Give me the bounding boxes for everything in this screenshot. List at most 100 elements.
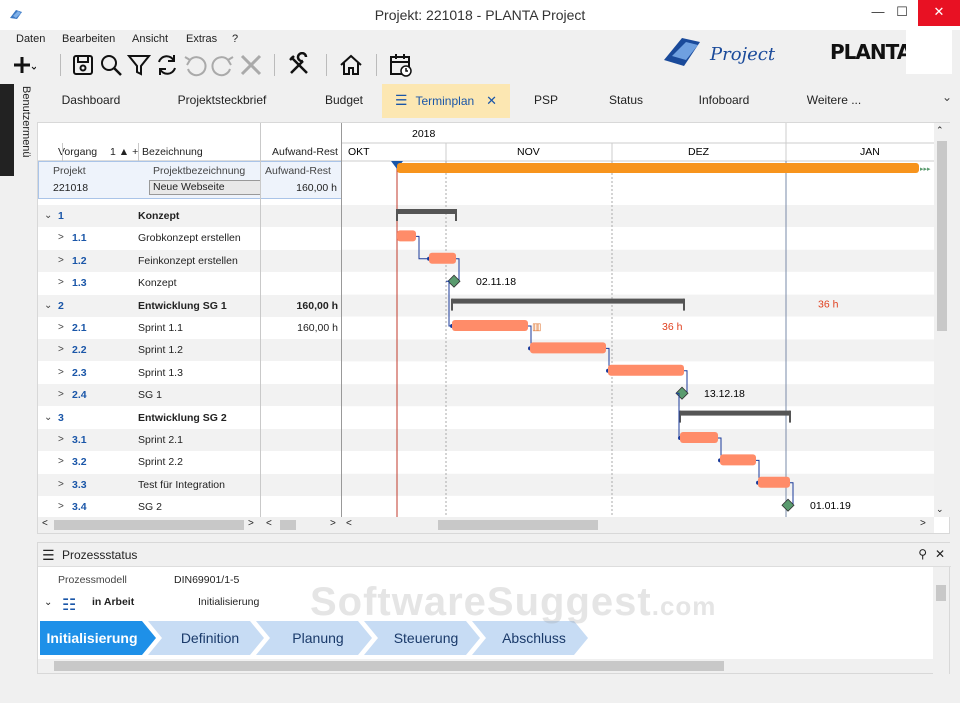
expand-icon[interactable]: > — [58, 501, 64, 512]
scroll-right-icon[interactable]: > — [920, 518, 926, 529]
process-step-label[interactable]: Planung — [292, 630, 343, 646]
process-step-label[interactable]: Steuerung — [394, 630, 459, 646]
expand-icon[interactable]: ⌄ — [44, 210, 52, 221]
undo-icon — [184, 56, 207, 77]
menu-help[interactable]: ? — [232, 33, 238, 45]
expand-icon[interactable]: > — [58, 479, 64, 490]
calendar-button[interactable] — [388, 52, 414, 78]
task-bar — [680, 432, 718, 443]
save-button[interactable] — [70, 52, 96, 78]
menu-extras[interactable]: Extras — [186, 33, 217, 45]
gantt-horizontal-scrollbars[interactable]: < > < > < > — [38, 517, 934, 533]
effort-histogram-icon: ▥ — [532, 322, 541, 333]
project-aufwand-label: Aufwand-Rest — [265, 165, 331, 177]
filter-button[interactable] — [126, 52, 152, 78]
scroll-left-icon[interactable]: < — [346, 518, 352, 529]
expand-icon[interactable]: ⌄ — [44, 300, 52, 311]
delete-button[interactable] — [238, 52, 264, 78]
sidebar-label[interactable]: Benutzermenü — [14, 86, 32, 176]
task-number: 1.3 — [72, 277, 87, 290]
table-row[interactable]: >3.3 Test für Integration — [38, 473, 342, 496]
expand-icon[interactable]: > — [58, 344, 64, 355]
table-row[interactable]: >1.2 Feinkonzept erstellen — [38, 249, 342, 272]
search-button[interactable] — [98, 52, 124, 78]
table-row[interactable]: ⌄ 3 Entwicklung SG 2 — [38, 407, 342, 429]
tab-dashboard[interactable]: Dashboard — [46, 84, 136, 118]
process-step-label[interactable]: Abschluss — [502, 630, 566, 646]
undo-button[interactable] — [182, 52, 208, 78]
table-row[interactable]: >3.4 SG 2 — [38, 496, 342, 517]
process-step-label[interactable]: Definition — [181, 630, 239, 646]
col-bezeichnung[interactable]: Bezeichnung — [142, 146, 203, 158]
menu-ansicht[interactable]: Ansicht — [132, 33, 168, 45]
col-sort[interactable]: 1 ▲ + — [110, 146, 138, 158]
scroll-down-icon[interactable]: ⌄ — [936, 504, 944, 515]
prozess-horizontal-scrollbar[interactable] — [38, 659, 935, 673]
scroll-right-icon[interactable]: > — [330, 518, 336, 529]
scroll-right-icon[interactable]: > — [248, 518, 254, 529]
expand-icon[interactable]: > — [58, 255, 64, 266]
close-tab-icon[interactable]: ✕ — [486, 85, 497, 117]
add-button[interactable] — [10, 52, 37, 78]
chevron-down-icon[interactable]: ⌄ — [942, 90, 952, 104]
tab-psp[interactable]: PSP — [524, 84, 568, 118]
scroll-thumb[interactable] — [936, 585, 946, 601]
project-name-field[interactable]: Neue Webseite — [149, 180, 261, 195]
hamburger-icon[interactable]: ☰ — [42, 547, 55, 564]
tab-status[interactable]: Status — [598, 84, 654, 118]
expand-icon[interactable]: > — [58, 322, 64, 333]
gantt-vertical-scrollbar[interactable]: ⌃ ⌄ — [934, 123, 950, 517]
tab-projektsteckbrief[interactable]: Projektsteckbrief — [162, 84, 282, 118]
col-vorgang[interactable]: Vorgang — [58, 146, 97, 158]
table-row[interactable]: >2.3 Sprint 1.3 — [38, 362, 342, 384]
home-button[interactable] — [338, 52, 364, 78]
close-panel-icon[interactable]: ✕ — [935, 547, 945, 561]
process-step-label[interactable]: Initialisierung — [46, 630, 137, 646]
maximize-button[interactable]: ☐ — [886, 0, 918, 26]
menu-bearbeiten[interactable]: Bearbeiten — [62, 33, 115, 45]
task-number: 1 — [58, 210, 64, 222]
table-row[interactable]: >2.2 Sprint 1.2 — [38, 339, 342, 362]
tools-button[interactable] — [286, 51, 312, 78]
tab-weitere[interactable]: Weitere ... — [796, 84, 872, 118]
tab-terminplan[interactable]: ☰ Terminplan ✕ — [382, 84, 510, 118]
expand-icon[interactable]: > — [58, 232, 64, 243]
gantt-chart[interactable]: 2018 OKT NOV DEZ JAN ▸▸▸ 02.11.18 ▥ 36 h 36 h 13.1… — [342, 123, 934, 517]
expand-icon[interactable]: > — [58, 389, 64, 400]
scroll-thumb[interactable] — [438, 520, 598, 530]
col-aufwand[interactable]: Aufwand-Rest — [272, 146, 338, 158]
pin-icon[interactable]: ⚲ — [918, 547, 927, 561]
expand-icon[interactable]: > — [58, 456, 64, 467]
expand-icon[interactable]: > — [58, 434, 64, 445]
expand-icon[interactable]: ⌄ — [44, 412, 52, 423]
task-number: 3.3 — [72, 478, 87, 491]
table-row[interactable]: ⌄ 1 Konzept — [38, 205, 342, 227]
table-row[interactable]: >1.1 Grobkonzept erstellen — [38, 227, 342, 249]
tab-infoboard[interactable]: Infoboard — [686, 84, 762, 118]
grid-divider — [62, 143, 63, 161]
redo-button[interactable] — [210, 52, 236, 78]
table-row[interactable]: >3.2 Sprint 2.2 — [38, 451, 342, 473]
refresh-button[interactable] — [154, 52, 180, 78]
scroll-thumb[interactable] — [937, 141, 947, 331]
expand-icon[interactable]: > — [58, 367, 64, 378]
table-row[interactable]: >3.1 Sprint 2.1 — [38, 429, 342, 451]
menu-daten[interactable]: Daten — [16, 33, 45, 45]
scroll-left-icon[interactable]: < — [266, 518, 272, 529]
scroll-thumb[interactable] — [54, 520, 244, 530]
effort-label: 36 h — [662, 321, 683, 333]
tab-budget[interactable]: Budget — [312, 84, 376, 118]
chevron-down-icon[interactable]: ⌄ — [44, 597, 52, 608]
table-row[interactable]: >2.4 SG 1 — [38, 384, 342, 407]
scroll-thumb[interactable] — [54, 661, 724, 671]
table-row[interactable]: ⌄ 2 Entwicklung SG 1 160,00 h — [38, 294, 342, 317]
scroll-left-icon[interactable]: < — [42, 518, 48, 529]
scroll-thumb[interactable] — [280, 520, 296, 530]
expand-icon[interactable]: > — [58, 277, 64, 288]
prozess-vertical-scrollbar[interactable] — [933, 567, 949, 675]
close-window-button[interactable]: ✕ — [918, 0, 960, 26]
table-row[interactable]: >2.1 Sprint 1.1 160,00 h — [38, 317, 342, 339]
table-row[interactable]: >1.3 Konzept — [38, 272, 342, 294]
sidebar-handle[interactable] — [0, 84, 14, 176]
scroll-up-icon[interactable]: ⌃ — [936, 125, 944, 136]
